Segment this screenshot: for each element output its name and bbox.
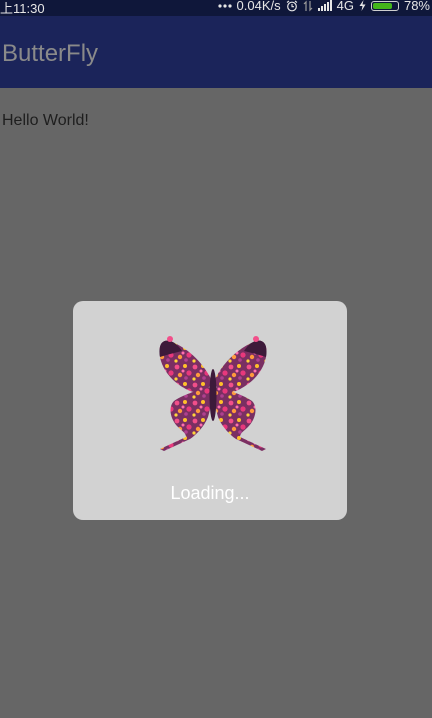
- signal-icon: [317, 0, 332, 11]
- alarm-icon: [286, 0, 297, 11]
- network-type: 4G: [336, 0, 354, 13]
- battery-icon: [370, 0, 399, 11]
- dots-icon: [217, 3, 232, 8]
- network-speed: 0.04K/s: [236, 0, 281, 13]
- hello-text: Hello World!: [2, 112, 89, 129]
- loading-dialog: Loading...: [73, 301, 347, 520]
- app-bar: ButterFly: [0, 16, 432, 88]
- status-bar: 上11:30 0.04K/s 4G 78%: [0, 0, 432, 16]
- loading-text: Loading...: [170, 483, 250, 503]
- butterfly-icon: [159, 336, 267, 451]
- charging-icon: [359, 0, 366, 11]
- battery-level: [372, 2, 392, 9]
- data-arrows-icon: [303, 0, 313, 11]
- app-title: ButterFly: [2, 40, 99, 67]
- status-time: 上11:30: [0, 1, 45, 16]
- status-icons: 0.04K/s 4G 78%: [217, 0, 430, 13]
- battery-percent: 78%: [403, 0, 430, 13]
